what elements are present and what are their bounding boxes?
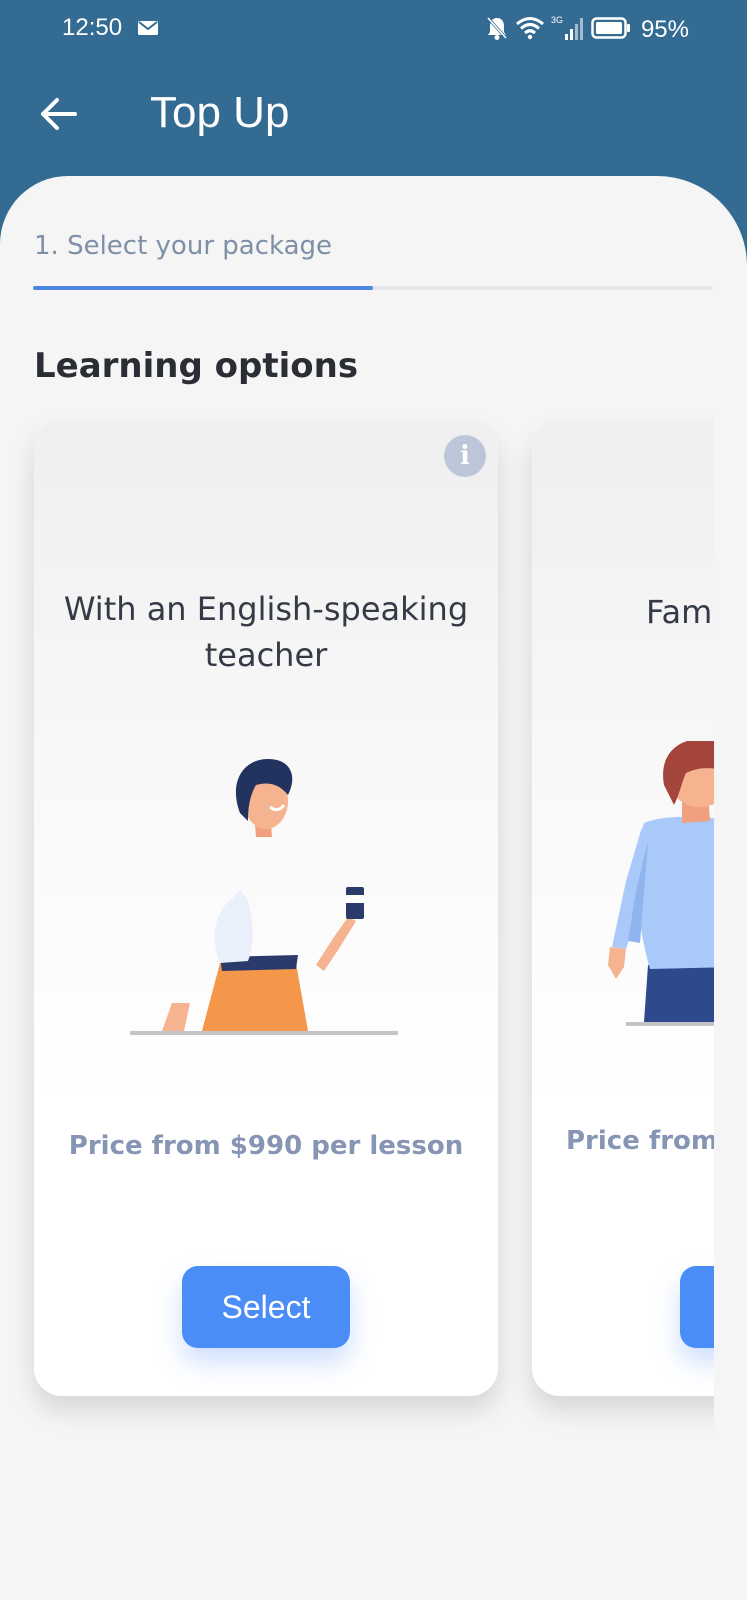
network-type-label: 3G: [551, 15, 563, 25]
card-price: Price from $990 per lesson: [68, 1131, 464, 1161]
step-progress-bar: [33, 286, 713, 290]
package-card[interactable]: Fam Price from: [532, 421, 714, 1396]
signal-icon: 3G: [551, 14, 585, 46]
teacher-illustration: [34, 741, 498, 1061]
select-button[interactable]: Select: [182, 1266, 350, 1348]
step-label: 1. Select your package: [34, 231, 333, 261]
back-button[interactable]: [36, 94, 80, 138]
status-icons: 3G 95%: [485, 14, 689, 46]
wifi-icon: [515, 16, 545, 44]
status-bar: 12:50 3G 95%: [0, 0, 747, 60]
card-title: With an English-speaking teacher: [63, 590, 469, 674]
learning-options-carousel[interactable]: i With an English-speaking teacher Price…: [0, 406, 714, 1600]
step-progress-fill: [33, 286, 373, 290]
card-price: Price from: [566, 1126, 714, 1156]
package-card[interactable]: i With an English-speaking teacher Price…: [34, 421, 498, 1396]
section-title: Learning options: [34, 346, 359, 386]
select-button[interactable]: [680, 1266, 714, 1348]
page-title: Top Up: [150, 88, 290, 137]
family-illustration: [532, 738, 714, 1061]
card-title: Fam: [646, 593, 713, 631]
content-sheet: 1. Select your package Learning options …: [0, 176, 747, 1600]
info-icon[interactable]: i: [444, 435, 486, 477]
battery-percent: 95%: [640, 16, 689, 43]
mail-icon: [137, 20, 159, 36]
bell-off-icon: [485, 15, 509, 45]
battery-icon: [591, 17, 631, 43]
arrow-left-icon[interactable]: [39, 97, 77, 135]
status-time: 12:50: [62, 14, 123, 41]
